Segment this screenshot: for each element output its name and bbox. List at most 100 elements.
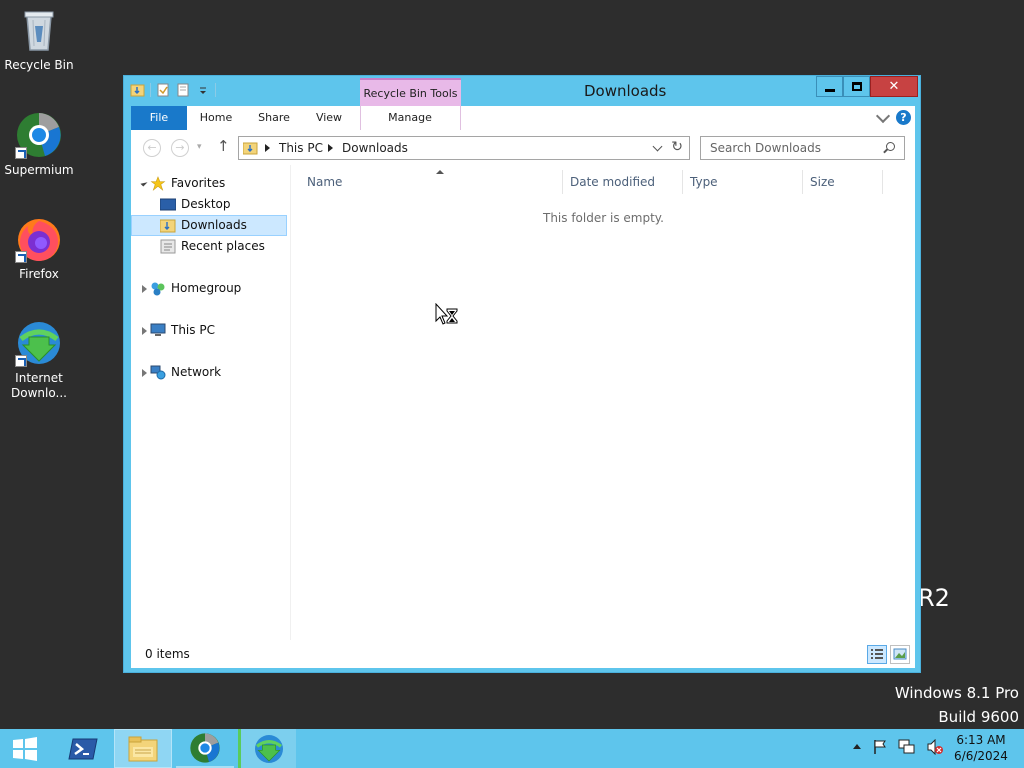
item-count: 0 items xyxy=(145,647,190,661)
taskbar-file-explorer[interactable] xyxy=(114,729,172,768)
forward-button[interactable]: → xyxy=(171,139,189,157)
customize-qat-icon[interactable] xyxy=(195,82,211,98)
back-button[interactable]: ← xyxy=(143,139,161,157)
tab-share[interactable]: Share xyxy=(249,106,299,130)
search-icon[interactable] xyxy=(886,142,895,151)
breadcrumb-downloads[interactable]: Downloads xyxy=(342,141,408,155)
tab-view[interactable]: View xyxy=(306,106,352,130)
tree-item-homegroup[interactable]: Homegroup xyxy=(131,278,287,299)
tree-item-recent-places[interactable]: Recent places xyxy=(131,236,287,257)
ribbon-controls: ? xyxy=(875,108,911,125)
refresh-icon[interactable]: ↻ xyxy=(671,139,683,155)
desktop-icon-label: Recycle Bin xyxy=(4,58,74,72)
tab-home[interactable]: Home xyxy=(191,106,241,130)
busy-cursor-icon xyxy=(435,303,458,325)
maximize-button[interactable] xyxy=(843,76,870,97)
large-icons-view-icon xyxy=(893,648,907,660)
desktop-icon-firefox[interactable]: Firefox xyxy=(1,215,77,282)
address-dropdown-chevron-icon[interactable] xyxy=(652,141,663,152)
network-icon xyxy=(150,365,166,380)
tab-manage[interactable]: Manage xyxy=(374,106,446,130)
system-clock[interactable]: 6:13 AM 6/6/2024 xyxy=(950,732,1012,764)
details-view-button[interactable] xyxy=(867,645,887,664)
taskbar-supermium[interactable] xyxy=(176,729,234,768)
quick-access-toolbar xyxy=(130,82,216,98)
shortcut-arrow-icon xyxy=(15,147,27,159)
taskbar-powershell[interactable] xyxy=(56,729,110,768)
help-icon[interactable]: ? xyxy=(896,110,911,125)
column-header-size[interactable]: Size xyxy=(803,170,883,194)
large-icons-view-button[interactable] xyxy=(890,645,910,664)
desktop-icon-label: Supermium xyxy=(4,163,74,177)
collapsed-arrow-icon[interactable] xyxy=(142,369,147,377)
ribbon-tabs: File Home Share View Manage ? xyxy=(131,106,915,130)
supermium-icon xyxy=(190,732,220,763)
tree-item-label: Desktop xyxy=(181,197,231,211)
homegroup-icon xyxy=(151,282,165,296)
search-box[interactable] xyxy=(700,136,905,160)
star-icon xyxy=(150,176,166,191)
watermark-build: Build 9600 xyxy=(938,708,1019,726)
recent-places-icon xyxy=(160,239,176,254)
action-center-flag-icon[interactable] xyxy=(872,739,888,755)
column-header-type[interactable]: Type xyxy=(683,170,803,194)
tree-item-label: Network xyxy=(171,365,222,379)
desktop-icon-supermium[interactable]: Supermium xyxy=(1,111,77,178)
properties-icon[interactable] xyxy=(155,82,171,98)
title-bar[interactable]: Recycle Bin Tools Downloads ✕ xyxy=(124,76,920,106)
recent-locations-dropdown-icon[interactable]: ▾ xyxy=(197,142,202,152)
toolbar-divider xyxy=(150,83,151,97)
minimize-icon xyxy=(824,89,835,92)
expand-ribbon-chevron-icon[interactable] xyxy=(875,108,891,123)
watermark-edge-text: R2 xyxy=(918,584,950,612)
empty-folder-message: This folder is empty. xyxy=(543,211,664,225)
breadcrumb-this-pc[interactable]: This PC xyxy=(279,141,323,155)
tree-item-favorites[interactable]: Favorites xyxy=(131,173,287,194)
system-tray xyxy=(852,739,944,755)
breadcrumb-separator-icon[interactable] xyxy=(328,144,333,152)
toolbar-divider xyxy=(215,83,216,97)
search-input[interactable] xyxy=(701,137,871,159)
expanded-arrow-icon[interactable] xyxy=(140,179,148,187)
tab-file[interactable]: File xyxy=(131,106,187,130)
column-header-date-modified[interactable]: Date modified xyxy=(563,170,683,194)
desktop-icon xyxy=(160,198,176,211)
context-tab-group-recycle-bin-tools: Recycle Bin Tools xyxy=(360,78,461,106)
breadcrumb-separator-icon[interactable] xyxy=(265,144,270,152)
column-label: Size xyxy=(810,175,835,189)
desktop-icon-label: Internet Downlo... xyxy=(11,371,67,400)
idm-icon xyxy=(15,319,63,367)
taskbar: 6:13 AM 6/6/2024 xyxy=(0,729,1024,768)
tree-item-this-pc[interactable]: This PC xyxy=(131,320,287,341)
supermium-icon xyxy=(15,111,63,159)
collapsed-arrow-icon[interactable] xyxy=(142,285,147,293)
tree-item-label: This PC xyxy=(171,323,215,337)
computer-icon xyxy=(150,323,166,336)
show-hidden-icons-icon[interactable] xyxy=(852,742,862,752)
taskbar-internet-download-manager[interactable] xyxy=(238,729,296,768)
new-folder-icon[interactable] xyxy=(175,82,191,98)
powershell-icon xyxy=(68,738,98,759)
network-tray-icon[interactable] xyxy=(898,739,916,755)
collapsed-arrow-icon[interactable] xyxy=(142,327,147,335)
up-button[interactable]: ↑ xyxy=(217,137,230,155)
start-button[interactable] xyxy=(0,729,50,768)
tree-item-desktop[interactable]: Desktop xyxy=(131,194,287,215)
firefox-icon xyxy=(15,215,63,263)
minimize-button[interactable] xyxy=(816,76,843,97)
navigation-bar: ← → ▾ ↑ This PC Downloads ↻ xyxy=(131,130,915,165)
tree-item-downloads[interactable]: Downloads xyxy=(131,215,287,236)
tree-item-network[interactable]: Network xyxy=(131,362,287,383)
column-header-name[interactable]: Name xyxy=(300,170,563,194)
close-button[interactable]: ✕ xyxy=(870,76,918,97)
desktop-icon-recycle-bin[interactable]: Recycle Bin xyxy=(1,6,77,73)
file-list-pane[interactable]: Name Date modified Type Size This folder… xyxy=(292,165,915,640)
idm-icon xyxy=(254,734,283,763)
volume-muted-icon[interactable] xyxy=(926,739,944,755)
file-explorer-icon xyxy=(128,736,158,761)
address-bar[interactable]: This PC Downloads ↻ xyxy=(238,136,690,160)
desktop-icon-internet-download-manager[interactable]: Internet Downlo... xyxy=(1,319,77,401)
close-icon: ✕ xyxy=(888,79,900,94)
desktop-icon-label: Firefox xyxy=(19,267,59,281)
tree-item-label: Recent places xyxy=(181,239,265,253)
